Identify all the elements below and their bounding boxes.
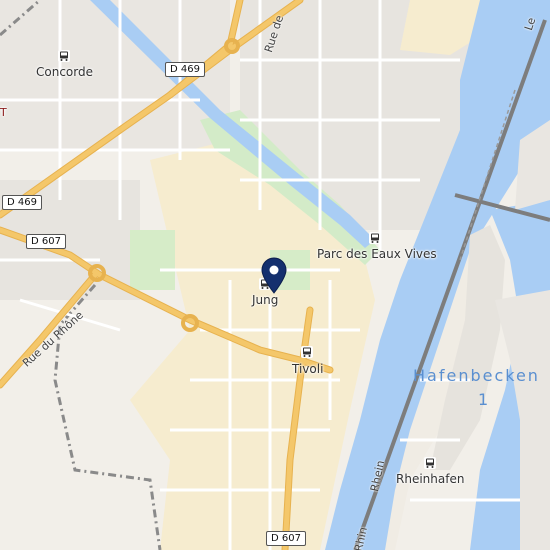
place-label-rheinhafen[interactable]: Rheinhafen	[396, 472, 464, 486]
bus-stop-icon[interactable]	[423, 456, 437, 470]
bus-stop-icon[interactable]	[300, 345, 314, 359]
place-label-partial-t: T	[0, 106, 7, 119]
road-shield-d469-left: D 469	[2, 195, 42, 210]
place-label-parc-des-eaux-vives[interactable]: Parc des Eaux Vives	[317, 247, 437, 261]
water-label-hafenbecken: Hafenbecken	[413, 366, 540, 385]
bus-stop-icon[interactable]	[368, 231, 382, 245]
water-label-hafenbecken-number: 1	[478, 390, 491, 409]
road-shield-d607-left: D 607	[26, 234, 66, 249]
road-shield-d607-bottom: D 607	[266, 531, 306, 546]
road-shield-d469-top: D 469	[165, 62, 205, 77]
place-label-jung[interactable]: Jung	[252, 293, 278, 307]
place-label-concorde[interactable]: Concorde	[36, 65, 93, 79]
place-label-tivoli[interactable]: Tivoli	[292, 362, 323, 376]
location-pin-icon[interactable]	[259, 256, 289, 294]
map-canvas[interactable]: D 469 D 469 D 607 D 607 Rue du Rhône Rue…	[0, 0, 550, 550]
bus-stop-icon[interactable]	[57, 49, 71, 63]
